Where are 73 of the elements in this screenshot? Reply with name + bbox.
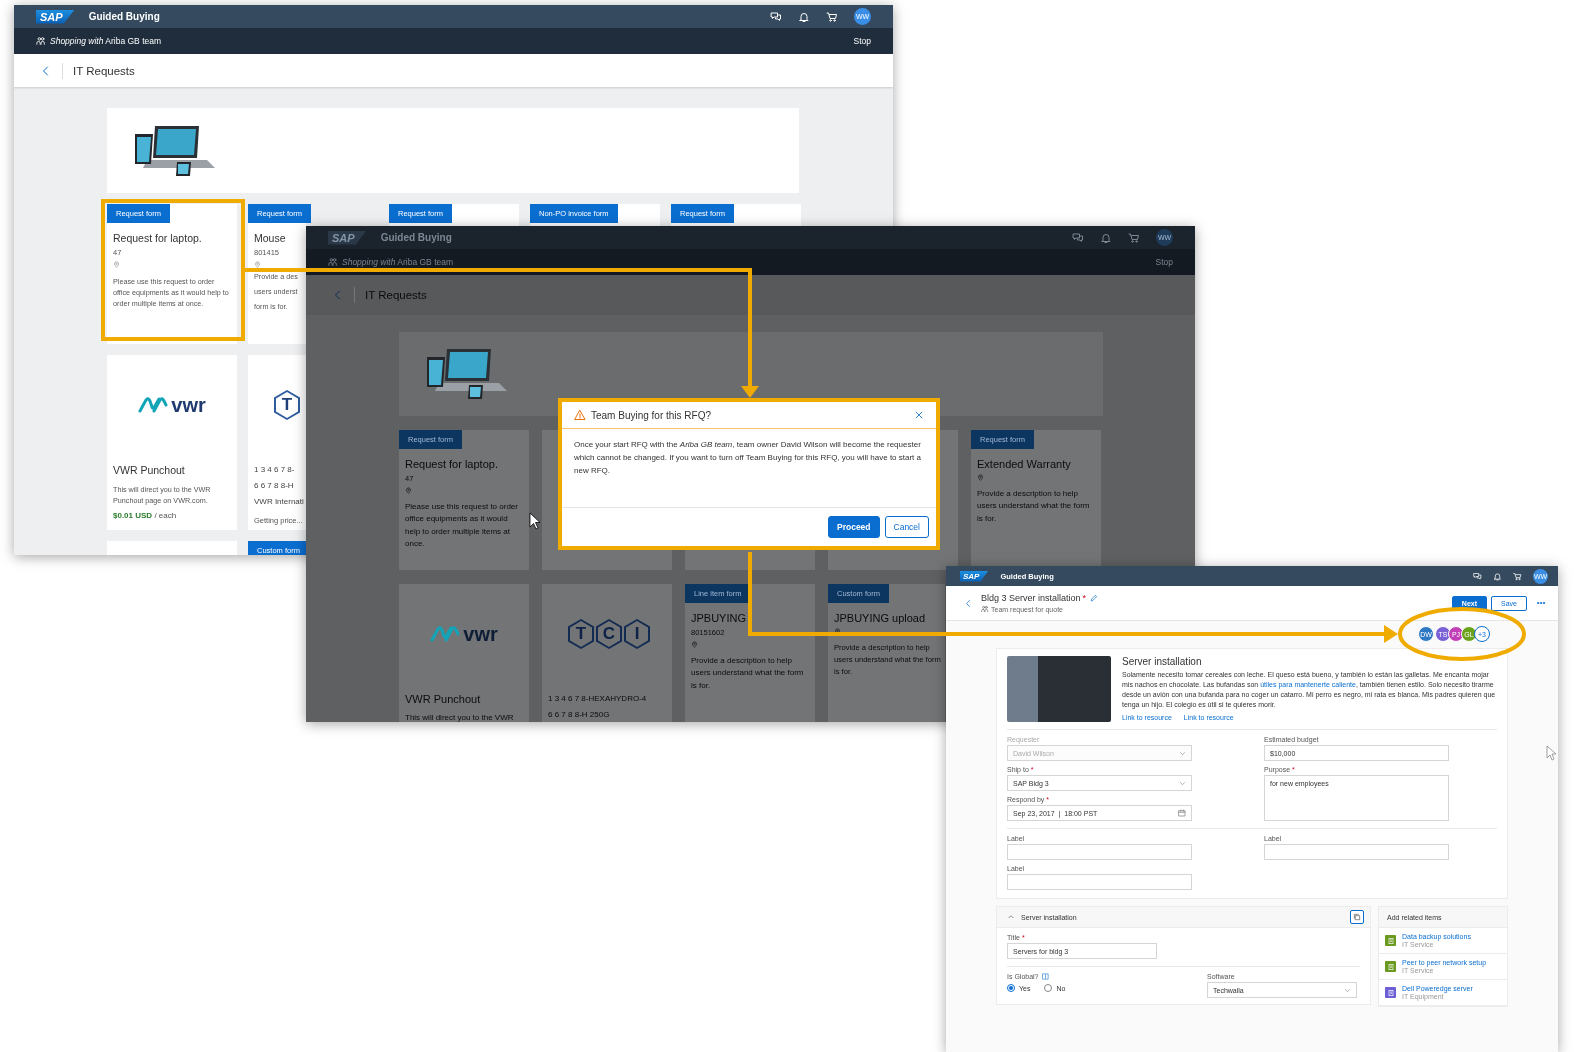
sap-logo: SAP <box>960 570 989 582</box>
card-description: Please use this request to order office equipments as it would help to order multiple items at once. <box>405 501 519 551</box>
app-title: Guided Buying <box>88 11 160 22</box>
sap-logo: SAP <box>36 9 75 24</box>
input-field[interactable] <box>1007 874 1192 890</box>
card-text: 6 6 7 8 8-H <box>254 480 295 492</box>
dialog-message: Once your start RFQ with the Ariba GB team, team owner David Wilson will become the requester which cannot be changed. If you want to turn off Team Buying for this RFQ, you will have to start a new RFQ. <box>573 439 922 478</box>
request-title: Bldg 3 Server installation * <box>981 593 1087 603</box>
intro-heading: Server installation <box>1122 656 1203 667</box>
pencil-icon[interactable] <box>1090 594 1099 602</box>
hexagon-logo-letter: T <box>274 390 300 420</box>
people-icon <box>981 605 989 613</box>
stop-link[interactable]: Stop <box>853 36 871 46</box>
info-icon[interactable] <box>1041 973 1049 980</box>
bell-icon[interactable] <box>1100 231 1112 244</box>
close-button[interactable] <box>914 410 924 420</box>
catalog-card[interactable]: vwr VWR Punchout This will direct you to the VWR <box>399 584 529 722</box>
people-icon <box>36 36 46 46</box>
card-description: Provide a description to help users understand what the form is for. <box>691 655 805 692</box>
copy-button[interactable] <box>1350 910 1364 924</box>
card-title: JPBUYING <box>691 612 747 624</box>
card-title: VWR Punchout <box>113 464 186 476</box>
card-title: JPBUYING upload <box>834 612 927 624</box>
price-unit: / each <box>154 510 177 520</box>
collapse-icon[interactable] <box>1007 913 1015 921</box>
team-banner-text: Shopping with Ariba GB team <box>50 36 162 46</box>
vwr-logo: vwr <box>430 622 498 646</box>
mouse-pointer-icon <box>529 512 541 530</box>
input-field[interactable] <box>1264 844 1449 860</box>
caret-icon <box>1344 986 1351 994</box>
cart-icon[interactable] <box>1128 231 1140 244</box>
warning-icon <box>574 409 586 421</box>
page-title: IT Requests <box>73 64 135 77</box>
close-icon <box>914 410 924 420</box>
chat-icon[interactable] <box>770 10 782 23</box>
cart-icon[interactable] <box>1513 571 1522 581</box>
back-icon[interactable] <box>964 598 973 608</box>
price: $0.01 USD <box>113 510 153 520</box>
vwr-logo: vwr <box>138 393 206 417</box>
copy-icon <box>1353 913 1361 921</box>
caret-icon <box>1179 749 1186 757</box>
cart-icon[interactable] <box>826 10 838 23</box>
sap-logo: SAP <box>328 230 367 245</box>
page-title: IT Requests <box>365 289 427 301</box>
input-field[interactable] <box>1007 844 1192 860</box>
dialog-title: Team Buying for this RFQ? <box>591 409 712 421</box>
proceed-button[interactable]: Proceed <box>828 516 880 538</box>
caret-icon <box>1179 779 1186 787</box>
card-text: 6 6 7 8 8-H 250G <box>548 709 611 721</box>
card-title: Request for laptop. <box>405 458 499 470</box>
stop-link[interactable]: Stop <box>1155 257 1173 267</box>
card-title: Mouse <box>254 232 287 244</box>
chat-icon[interactable] <box>1473 571 1482 581</box>
card-description: Provide a description to help users understand what the form is for. <box>977 488 1091 525</box>
bell-icon[interactable] <box>798 10 810 23</box>
card-text: 1 3 4 6 7 8-HEXAHYDRO-4 <box>548 693 648 705</box>
card-description: This will direct you to the VWR <box>405 712 515 722</box>
card-text: VWR Internati <box>254 496 305 508</box>
hexagon-logo-letter: T <box>568 619 594 649</box>
card-title: Request for laptop. <box>113 232 203 244</box>
chat-icon[interactable] <box>1072 231 1084 244</box>
team-banner-text: Shopping with Ariba GB team <box>342 257 454 267</box>
bell-icon[interactable] <box>1493 571 1502 581</box>
cancel-button[interactable]: Cancel <box>884 516 929 538</box>
calendar-icon <box>1178 809 1186 817</box>
people-icon <box>328 257 338 267</box>
card-title: Extended Warranty <box>977 458 1072 470</box>
card-text: 1 3 4 6 7 8- <box>254 464 296 476</box>
catalog-card[interactable]: T C I 1 3 4 6 7 8-HEXAHYDRO-4 6 6 7 8 8-H 250G <box>542 584 672 722</box>
card-title: VWR Punchout <box>405 693 482 705</box>
hexagon-logo-letter: C <box>596 619 622 649</box>
app-title: Guided Buying <box>380 232 452 243</box>
hexagon-logo-letter: I <box>624 619 650 649</box>
